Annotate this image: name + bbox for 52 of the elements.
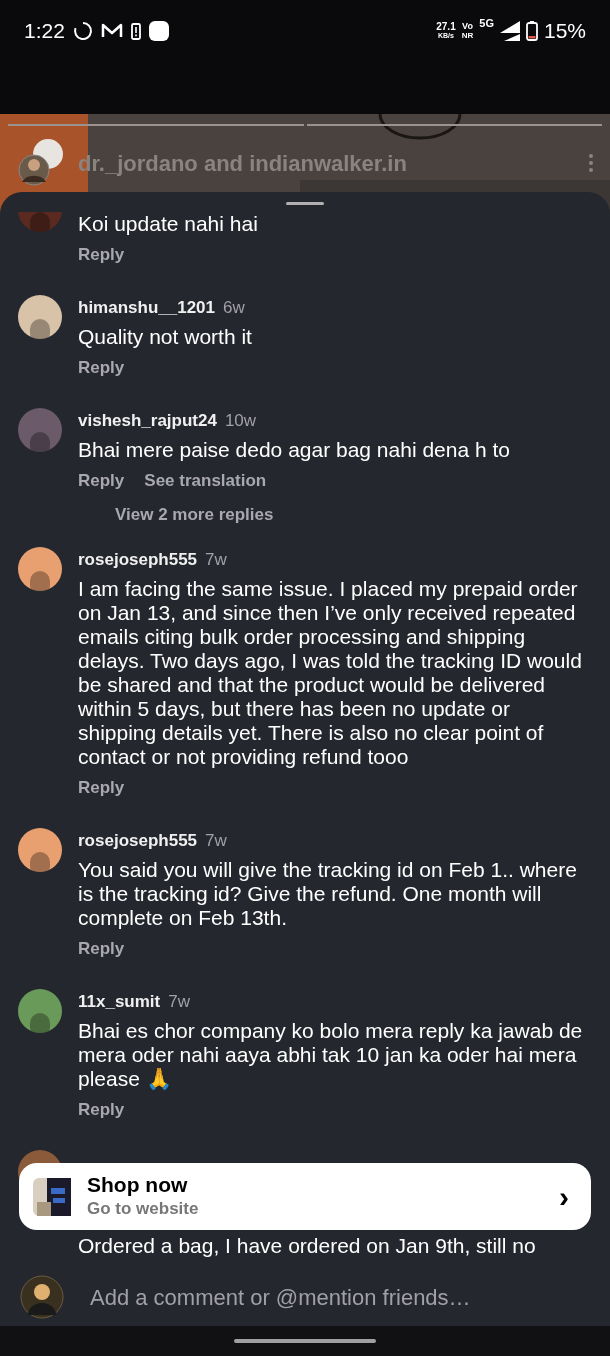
comment-action-link[interactable]: Reply xyxy=(78,935,125,962)
comment-action-link[interactable]: Reply xyxy=(78,774,125,801)
comment-text: Bhai mere paise dedo agar bag nahi dena h to xyxy=(78,438,511,462)
drag-handle[interactable] xyxy=(286,202,324,205)
avatar xyxy=(18,827,62,872)
avatar xyxy=(18,408,62,452)
comment-action-link[interactable]: Reply xyxy=(78,242,125,268)
comment-text: Koi update nahi hai xyxy=(78,212,259,236)
comment-text: Bhai es chor company ko bolo mera reply ka jawab de mera oder nahi aaya abhi tak 10 jan ka oder hai mera please 🙏 xyxy=(78,1018,584,1091)
comment-time: 6w xyxy=(223,297,245,319)
volte-sub-label: NR xyxy=(461,31,474,40)
username[interactable]: himanshu__1201 xyxy=(78,295,215,321)
comment-time: 7w xyxy=(205,829,227,852)
comment-text: Quality not worth it xyxy=(78,325,253,349)
avatar xyxy=(18,295,62,339)
shop-now-banner[interactable]: Shop now Go to website › xyxy=(19,1163,591,1230)
stacked-avatars xyxy=(16,138,66,188)
comment-time: 10w xyxy=(224,410,257,432)
comment-time: 7w xyxy=(168,990,190,1013)
shop-title: Shop now xyxy=(87,1172,189,1197)
signal-icon xyxy=(499,21,520,41)
view-replies-link[interactable]: View 2 more replies xyxy=(115,502,274,528)
avatar xyxy=(18,546,62,591)
loading-icon xyxy=(72,21,93,41)
network-speed: 27.1 xyxy=(436,22,456,31)
battery-icon xyxy=(525,21,538,41)
avatar xyxy=(18,988,62,1033)
comment-action-link[interactable]: Reply xyxy=(78,468,125,494)
comment-text: Ordered a bag, I have ordered on Jan 9th, still no xyxy=(78,1233,537,1258)
home-indicator[interactable] xyxy=(234,1339,376,1343)
comment-text: I am facing the same issue. I placed my prepaid order on Jan 13, and since then I’ve only received repeated emails citing bulk order processing and shipping delays. Two days ago, I was told the tracking ID would be shared and that the product would be delivered within 5 days, but there has been no update or shipping details yet. There is also no clear point of contact or not providing refund tooo xyxy=(78,576,583,769)
username[interactable]: 11x_sumit xyxy=(78,988,161,1015)
comment-time: 7w xyxy=(205,548,227,571)
shop-subtitle: Go to website xyxy=(87,1197,200,1220)
username[interactable]: vishesh_rajput24 xyxy=(78,408,217,434)
network-type: 5G xyxy=(479,16,494,32)
comment-action-link[interactable]: See translation xyxy=(144,468,267,494)
username[interactable]: rosejoseph555 xyxy=(78,546,198,573)
comment-action-link[interactable]: Reply xyxy=(78,1096,125,1123)
battery-percent: 15% xyxy=(543,18,586,45)
battery-alert-icon xyxy=(130,22,141,40)
app-icon xyxy=(148,21,169,41)
chevron-icon: › xyxy=(559,1174,569,1219)
clock-time: 1:22 xyxy=(24,18,65,45)
more-options-icon[interactable] xyxy=(588,153,594,173)
mail-icon xyxy=(100,23,123,39)
username[interactable]: rosejoseph555 xyxy=(78,827,198,854)
comment-text: You said you will give the tracking id on Feb 1.. where is the tracking id? Give the refund. One month will complete on Feb 13th. xyxy=(78,857,578,930)
user-avatar xyxy=(20,1275,64,1319)
volte-label: Vo xyxy=(462,22,473,31)
comment-action-link[interactable]: Reply xyxy=(78,355,125,381)
comment-input-field[interactable]: Add a comment or @mention friends… xyxy=(90,1280,590,1314)
